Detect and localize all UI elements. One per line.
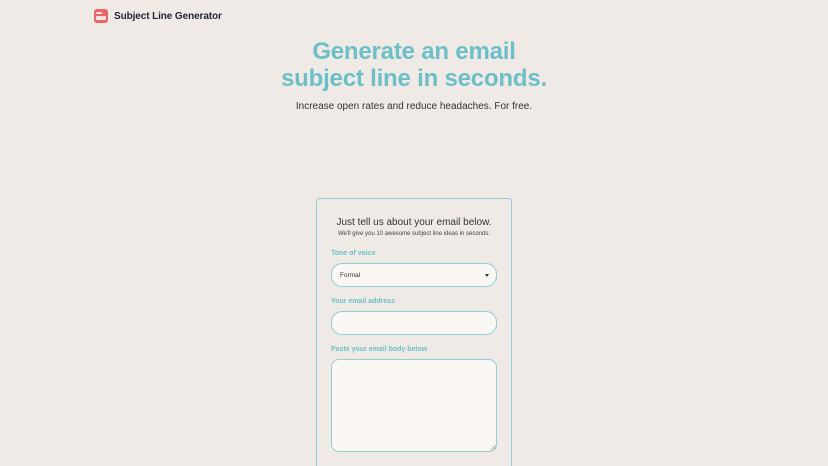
hero-subtitle: Increase open rates and reduce headaches… xyxy=(295,101,533,112)
form-title: Just tell us about your email below. xyxy=(336,217,492,228)
form-card: Just tell us about your email below. We'… xyxy=(316,198,512,466)
email-label: Your email address xyxy=(331,298,396,305)
brand[interactable]: Subject Line Generator xyxy=(94,9,222,23)
body-label: Paste your email body below xyxy=(331,346,428,353)
email-body-textarea[interactable] xyxy=(331,359,497,452)
email-logo-icon xyxy=(94,9,108,23)
tone-label: Tone of voice xyxy=(331,250,376,257)
email-input[interactable] xyxy=(331,311,497,335)
hero-title-line-2: subject line in seconds. xyxy=(281,65,547,92)
tone-selected-value: Formal xyxy=(340,271,361,279)
hero-title-line-1: Generate an email xyxy=(312,38,516,65)
hero-title: Generate an email subject line in second… xyxy=(0,38,828,92)
brand-name: Subject Line Generator xyxy=(114,10,222,22)
caret-down-icon xyxy=(485,274,489,277)
form-subtitle: We'll give you 10 awesome subject line i… xyxy=(337,231,491,237)
page: Subject Line Generator Generate an email… xyxy=(0,0,828,466)
resize-handle-icon[interactable] xyxy=(491,445,496,450)
tone-select[interactable]: Formal xyxy=(331,263,497,287)
